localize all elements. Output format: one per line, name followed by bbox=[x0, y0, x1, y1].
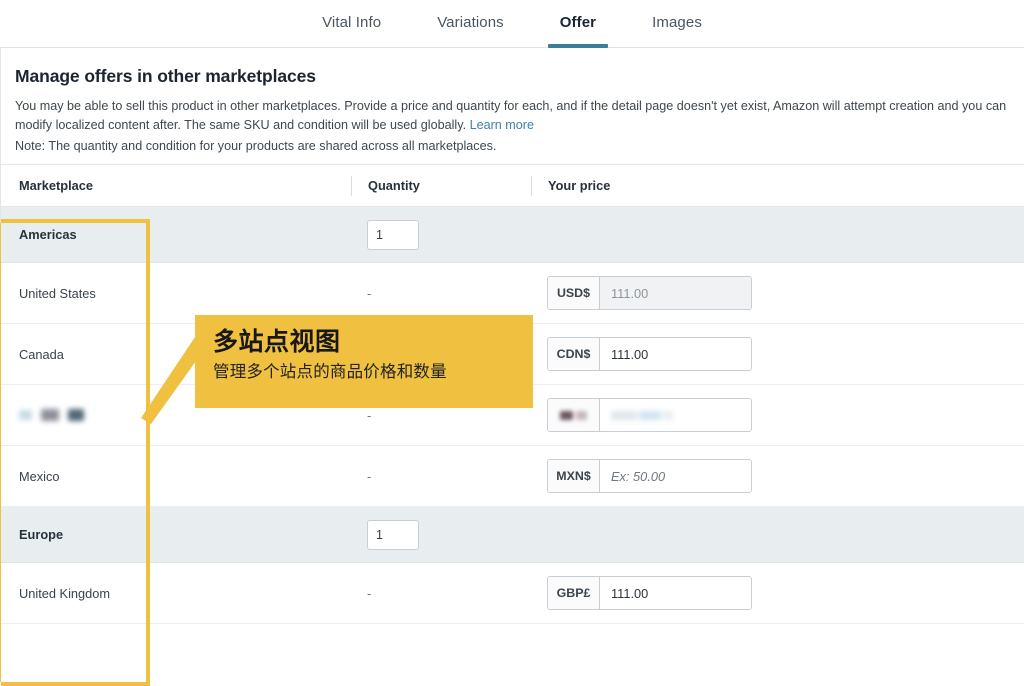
cell-marketplace: Americas bbox=[1, 207, 351, 263]
table-group-row: Europe bbox=[1, 507, 1024, 563]
redacted-price-value[interactable] bbox=[600, 399, 751, 431]
marketplace-name: Europe bbox=[19, 527, 63, 542]
quantity-empty-dash: - bbox=[351, 286, 371, 301]
price-value[interactable]: 111.00 bbox=[600, 338, 751, 370]
quantity-empty-dash: - bbox=[351, 469, 371, 484]
price-field[interactable] bbox=[547, 398, 752, 432]
cell-quantity: - bbox=[351, 446, 531, 507]
marketplace-name: United Kingdom bbox=[19, 586, 110, 601]
quantity-empty-dash: - bbox=[351, 408, 371, 423]
tab-vital-info[interactable]: Vital Info bbox=[318, 0, 385, 48]
redacted-marketplace-name bbox=[19, 409, 84, 421]
price-field[interactable]: MXN$Ex: 50.00 bbox=[547, 459, 752, 493]
table-row: Mexico - MXN$Ex: 50.00 bbox=[1, 446, 1024, 507]
cell-quantity bbox=[351, 507, 531, 563]
cell-marketplace: Europe bbox=[1, 507, 351, 563]
cell-price: CDN$111.00 bbox=[531, 324, 1024, 385]
cell-price: MXN$Ex: 50.00 bbox=[531, 446, 1024, 507]
currency-label: GBP£ bbox=[548, 577, 600, 609]
marketplace-name: Americas bbox=[19, 227, 77, 242]
price-value[interactable]: 111.00 bbox=[600, 577, 751, 609]
currency-label: MXN$ bbox=[548, 460, 600, 492]
cell-price: GBP£111.00 bbox=[531, 563, 1024, 624]
redacted-currency-label bbox=[548, 399, 600, 431]
price-value[interactable]: 111.00 bbox=[600, 277, 751, 309]
quantity-empty-dash: - bbox=[351, 586, 371, 601]
currency-label: CDN$ bbox=[548, 338, 600, 370]
column-header-quantity-label: Quantity bbox=[368, 178, 420, 193]
cell-price bbox=[531, 507, 1024, 563]
column-header-marketplace: Marketplace bbox=[1, 165, 351, 207]
tab-variations[interactable]: Variations bbox=[433, 0, 508, 48]
intro-block: Manage offers in other marketplaces You … bbox=[1, 48, 1024, 164]
marketplace-name: United States bbox=[19, 286, 96, 301]
price-field[interactable]: CDN$111.00 bbox=[547, 337, 752, 371]
table-group-row: Americas bbox=[1, 207, 1024, 263]
cell-quantity bbox=[351, 207, 531, 263]
column-header-quantity: Quantity bbox=[351, 165, 531, 207]
column-header-marketplace-label: Marketplace bbox=[19, 178, 93, 193]
table-header: Marketplace Quantity Your price bbox=[1, 165, 1024, 207]
cell-marketplace: United Kingdom bbox=[1, 563, 351, 624]
annotation-callout: 多站点视图 管理多个站点的商品价格和数量 bbox=[195, 315, 533, 408]
tab-images[interactable]: Images bbox=[648, 0, 706, 48]
marketplace-name: Mexico bbox=[19, 469, 60, 484]
table-body: AmericasUnited States-USD$111.00Canada-C… bbox=[1, 207, 1024, 624]
offer-page: Manage offers in other marketplaces You … bbox=[0, 48, 1024, 638]
tab-offer[interactable]: Offer bbox=[556, 0, 600, 48]
cell-price bbox=[531, 385, 1024, 446]
column-header-price-label: Your price bbox=[548, 178, 610, 193]
cell-price bbox=[531, 207, 1024, 263]
tab-bar: Vital Info Variations Offer Images bbox=[0, 0, 1024, 48]
price-field[interactable]: GBP£111.00 bbox=[547, 576, 752, 610]
cell-quantity: - bbox=[351, 563, 531, 624]
table-header-row: Marketplace Quantity Your price bbox=[1, 165, 1024, 207]
quantity-input[interactable] bbox=[367, 520, 419, 550]
table-row: United Kingdom - GBP£111.00 bbox=[1, 563, 1024, 624]
price-value[interactable]: Ex: 50.00 bbox=[600, 460, 751, 492]
callout-subtitle: 管理多个站点的商品价格和数量 bbox=[213, 360, 533, 384]
price-field[interactable]: USD$111.00 bbox=[547, 276, 752, 310]
cell-marketplace: Mexico bbox=[1, 446, 351, 507]
intro-note: Note: The quantity and condition for you… bbox=[15, 137, 1010, 156]
page-title: Manage offers in other marketplaces bbox=[15, 66, 1010, 87]
learn-more-link[interactable]: Learn more bbox=[470, 118, 534, 132]
marketplace-name: Canada bbox=[19, 347, 64, 362]
column-header-price: Your price bbox=[531, 165, 1024, 207]
intro-paragraph: You may be able to sell this product in … bbox=[15, 97, 1010, 135]
cell-price: USD$111.00 bbox=[531, 263, 1024, 324]
quantity-input[interactable] bbox=[367, 220, 419, 250]
callout-title: 多站点视图 bbox=[213, 327, 533, 357]
currency-label: USD$ bbox=[548, 277, 600, 309]
